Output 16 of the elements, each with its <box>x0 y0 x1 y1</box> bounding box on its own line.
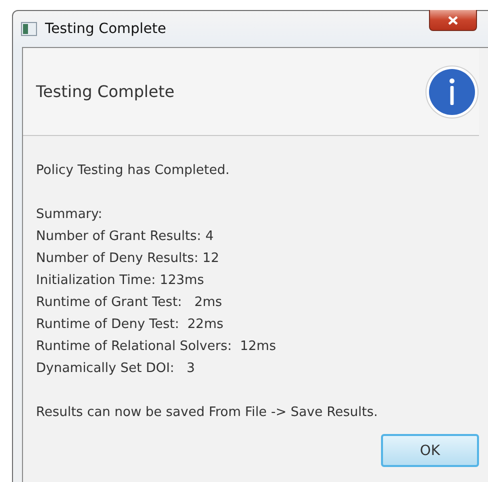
message-line: Results can now be saved From File -> Save Results. <box>36 404 379 422</box>
message-line: Runtime of Grant Test: 2ms <box>36 294 224 312</box>
message-line: Number of Grant Results: 4 <box>36 228 215 246</box>
message-line: Summary: <box>36 206 104 224</box>
close-button[interactable] <box>429 10 477 31</box>
message-line: Initialization Time: 123ms <box>36 272 205 290</box>
window-title: Testing Complete <box>45 21 166 37</box>
message-line: Number of Deny Results: 12 <box>36 250 220 268</box>
window-icon <box>21 22 37 36</box>
message-line: Policy Testing has Completed. <box>36 162 231 180</box>
ok-button[interactable]: OK <box>381 434 479 467</box>
message-line: Runtime of Relational Solvers: 12ms <box>36 338 277 356</box>
header-title: Testing Complete <box>36 82 174 101</box>
message-line: Dynamically Set DOI: 3 <box>36 360 196 378</box>
close-icon <box>448 16 458 24</box>
message-line: Runtime of Deny Test: 22ms <box>36 316 224 334</box>
